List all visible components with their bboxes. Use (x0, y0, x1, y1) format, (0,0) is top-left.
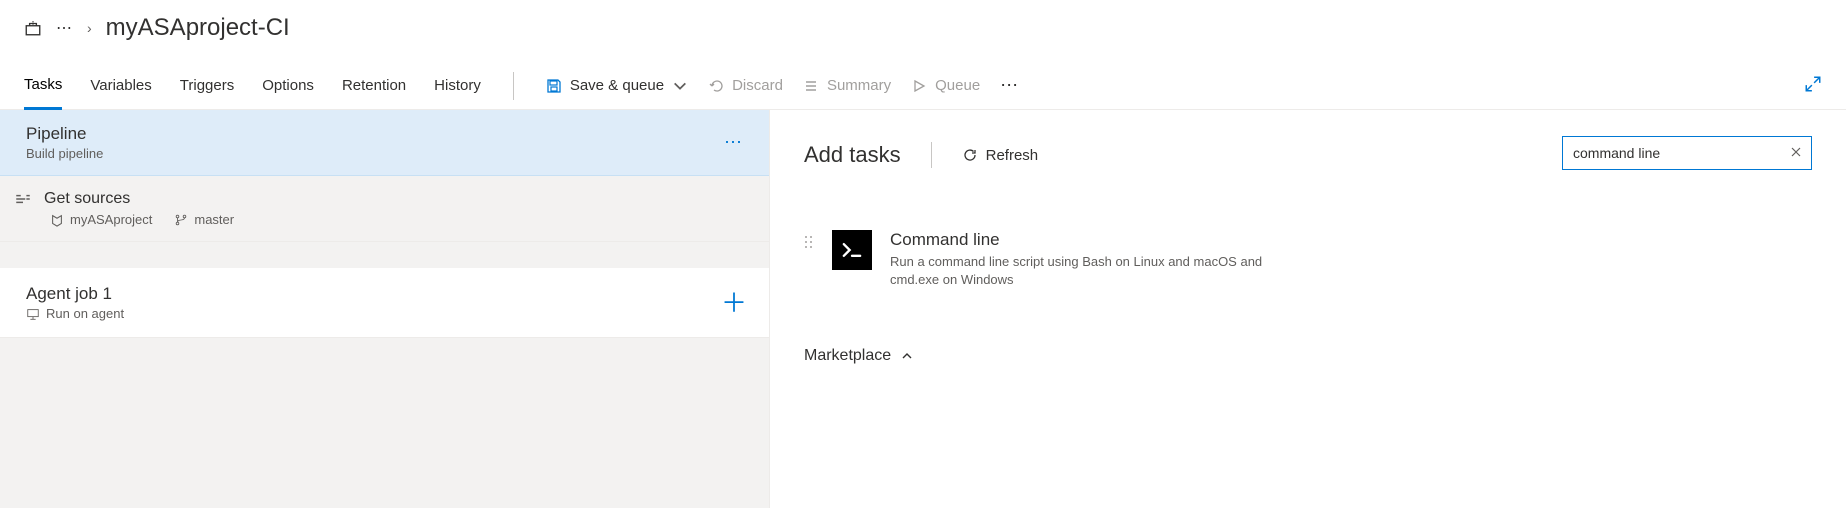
refresh-icon (962, 147, 978, 163)
breadcrumb: ⋯ › myASAproject-CI (0, 0, 1846, 62)
marketplace-section-toggle[interactable]: Marketplace (804, 347, 1812, 365)
branch-icon (174, 213, 188, 227)
refresh-label: Refresh (986, 147, 1039, 164)
agent-job-title: Agent job 1 (26, 284, 124, 304)
save-and-queue-label: Save & queue (570, 77, 664, 94)
task-description: Run a command line script using Bash on … (890, 253, 1304, 289)
discard-label: Discard (732, 77, 783, 94)
play-icon (911, 78, 927, 94)
terminal-icon (832, 230, 872, 270)
toolbar-separator (513, 72, 514, 100)
vertical-separator (931, 142, 932, 168)
page-title: myASAproject-CI (106, 14, 290, 42)
repo-name: myASAproject (50, 212, 152, 227)
branch-name: master (174, 212, 234, 227)
agent-job-subtitle: Run on agent (26, 306, 124, 321)
list-icon (803, 78, 819, 94)
more-actions-button[interactable]: ⋯ (990, 75, 1029, 96)
left-pane: Pipeline Build pipeline ⋯ Get sources my… (0, 110, 770, 508)
queue-button[interactable]: Queue (901, 77, 990, 94)
get-sources-title: Get sources (44, 190, 130, 208)
branch-name-text: master (194, 212, 234, 227)
agent-icon (26, 307, 40, 321)
right-pane: Add tasks Refresh Command line Run a com… (770, 110, 1846, 508)
refresh-button[interactable]: Refresh (962, 147, 1039, 164)
save-and-queue-button[interactable]: Save & queue (536, 77, 698, 94)
chevron-up-icon (901, 350, 913, 362)
undo-icon (708, 78, 724, 94)
repo-name-text: myASAproject (70, 212, 152, 227)
tab-history[interactable]: History (434, 62, 481, 109)
tab-tasks[interactable]: Tasks (24, 63, 62, 110)
discard-button[interactable]: Discard (698, 77, 793, 94)
add-tasks-title: Add tasks (804, 142, 901, 168)
save-icon (546, 78, 562, 94)
pipeline-row[interactable]: Pipeline Build pipeline ⋯ (0, 110, 769, 176)
sources-icon (14, 190, 32, 208)
chevron-right-icon: › (87, 20, 92, 36)
tab-options[interactable]: Options (262, 62, 314, 109)
task-result-command-line[interactable]: Command line Run a command line script u… (804, 230, 1304, 289)
task-title: Command line (890, 230, 1304, 250)
get-sources-row[interactable]: Get sources myASAproject master (0, 176, 769, 242)
breadcrumb-ellipsis[interactable]: ⋯ (56, 18, 73, 38)
drag-handle-icon[interactable] (804, 234, 814, 253)
agent-job-sub-text: Run on agent (46, 306, 124, 321)
pipeline-title: Pipeline (26, 124, 103, 144)
content-area: Pipeline Build pipeline ⋯ Get sources my… (0, 110, 1846, 508)
tab-toolbar: Tasks Variables Triggers Options Retenti… (0, 62, 1846, 110)
summary-label: Summary (827, 77, 891, 94)
task-search-box[interactable] (1562, 136, 1812, 170)
tab-triggers[interactable]: Triggers (180, 62, 234, 109)
add-task-button[interactable]: ＋ (721, 290, 747, 316)
summary-button[interactable]: Summary (793, 77, 901, 94)
pipeline-subtitle: Build pipeline (26, 146, 103, 161)
clear-search-icon[interactable] (1789, 145, 1803, 162)
pipeline-more-button[interactable]: ⋯ (724, 132, 743, 153)
tab-strip: Tasks Variables Triggers Options Retenti… (24, 62, 481, 109)
tab-retention[interactable]: Retention (342, 62, 406, 109)
project-icon (24, 19, 42, 37)
agent-job-row[interactable]: Agent job 1 Run on agent ＋ (0, 268, 769, 338)
fullscreen-icon[interactable] (1804, 75, 1822, 96)
task-search-input[interactable] (1573, 145, 1789, 161)
repo-icon (50, 213, 64, 227)
chevron-down-icon (672, 78, 688, 94)
queue-label: Queue (935, 77, 980, 94)
marketplace-label: Marketplace (804, 347, 891, 365)
tab-variables[interactable]: Variables (90, 62, 151, 109)
